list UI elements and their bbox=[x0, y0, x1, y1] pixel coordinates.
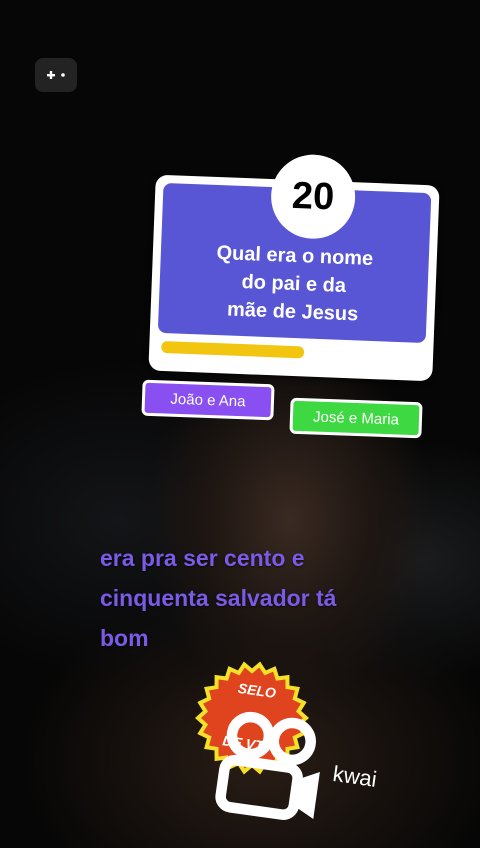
gamepad-icon bbox=[47, 71, 65, 79]
caption-line: cinquenta salvador tá bbox=[100, 585, 337, 611]
seal-text: SELO kwai DE VT bbox=[183, 652, 378, 820]
quiz-card: 20 Qual era o nome do pai e da mãe de Je… bbox=[148, 153, 440, 382]
seal-brand: kwai bbox=[198, 699, 384, 838]
kwai-seal-badge: SELO kwai DE VT bbox=[190, 660, 378, 820]
caption: era pra ser cento e cinquenta salvador t… bbox=[100, 538, 400, 658]
game-button[interactable] bbox=[35, 58, 77, 92]
answer-button-a[interactable]: João e Ana bbox=[141, 379, 275, 421]
progress-fill bbox=[161, 340, 305, 359]
progress-bar bbox=[161, 340, 422, 363]
seal-brand-text: kwai bbox=[331, 760, 379, 792]
caption-line: bom bbox=[100, 625, 149, 651]
question-panel: 20 Qual era o nome do pai e da mãe de Je… bbox=[157, 153, 432, 344]
answer-button-b[interactable]: José e Maria bbox=[289, 397, 423, 439]
caption-line: era pra ser cento e bbox=[100, 545, 305, 571]
kwai-camera-icon bbox=[215, 711, 320, 820]
question-text: Qual era o nome do pai e da mãe de Jesus bbox=[216, 242, 374, 326]
seal-top-text: SELO bbox=[236, 679, 277, 701]
